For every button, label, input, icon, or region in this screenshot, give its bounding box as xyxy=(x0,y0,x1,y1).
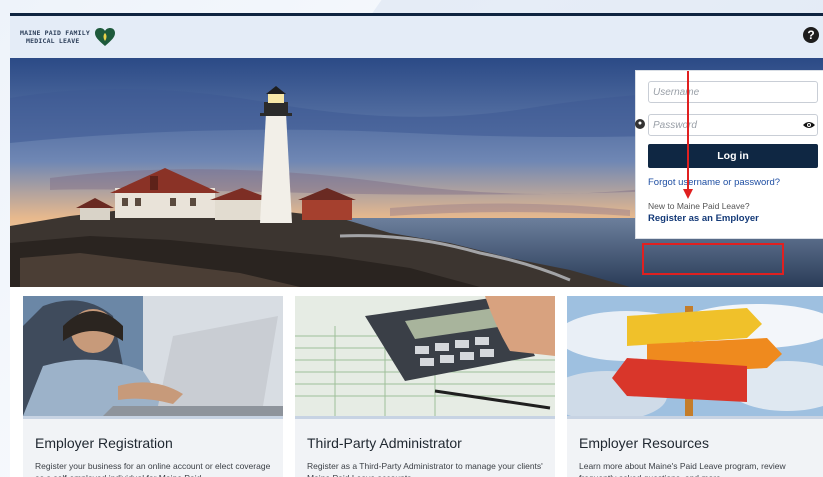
highlight-annotation xyxy=(642,243,784,275)
card-title[interactable]: Employer Registration xyxy=(35,435,273,451)
username-field[interactable] xyxy=(648,81,818,103)
card-body: Third-Party Administrator Register as a … xyxy=(295,419,555,477)
logo-text: MAINE PAID FAMILY MEDICAL LEAVE xyxy=(20,29,90,45)
logo-line-2: MEDICAL LEAVE xyxy=(26,37,80,45)
card-body: Employer Registration Register your busi… xyxy=(23,419,283,477)
site-logo[interactable]: MAINE PAID FAMILY MEDICAL LEAVE xyxy=(20,27,116,47)
card-image-calculator xyxy=(295,296,555,416)
card-description: Register your business for an online acc… xyxy=(35,461,271,477)
card-description: Learn more about Maine's Paid Leave prog… xyxy=(579,461,786,477)
card-row: Employer Registration Register your busi… xyxy=(10,287,823,477)
card-title[interactable]: Employer Resources xyxy=(579,435,817,451)
card-image-signposts xyxy=(567,296,823,416)
hero-banner: ● Log in Forgot username or password? Ne… xyxy=(10,58,823,287)
show-password-icon[interactable] xyxy=(803,120,815,130)
app-window: MAINE PAID FAMILY MEDICAL LEAVE ? Userna… xyxy=(10,13,823,477)
login-panel: ● Log in Forgot username or password? Ne… xyxy=(635,70,823,239)
heart-leaf-icon xyxy=(94,28,115,46)
card-description: Register as a Third-Party Administrator … xyxy=(307,461,543,477)
card-image-laptop xyxy=(23,296,283,416)
password-field[interactable] xyxy=(648,114,818,136)
lock-icon: ● xyxy=(635,119,645,129)
login-button[interactable]: Log in xyxy=(648,144,818,168)
card-employer-registration[interactable]: Employer Registration Register your busi… xyxy=(23,296,283,477)
help-icon[interactable]: ? xyxy=(803,27,819,43)
card-title[interactable]: Third-Party Administrator xyxy=(307,435,545,451)
card-third-party-administrator[interactable]: Third-Party Administrator Register as a … xyxy=(295,296,555,477)
card-body: Employer Resources Learn more about Main… xyxy=(567,419,823,477)
password-row: ● xyxy=(635,114,823,136)
forgot-credentials-link[interactable]: Forgot username or password? xyxy=(648,177,823,188)
register-employer-link[interactable]: Register as an Employer xyxy=(648,213,823,224)
new-user-prompt: New to Maine Paid Leave? xyxy=(648,201,750,211)
card-employer-resources[interactable]: Employer Resources Learn more about Main… xyxy=(567,296,823,477)
logo-line-1: MAINE PAID FAMILY xyxy=(20,29,90,37)
site-header: MAINE PAID FAMILY MEDICAL LEAVE ? xyxy=(10,16,823,58)
